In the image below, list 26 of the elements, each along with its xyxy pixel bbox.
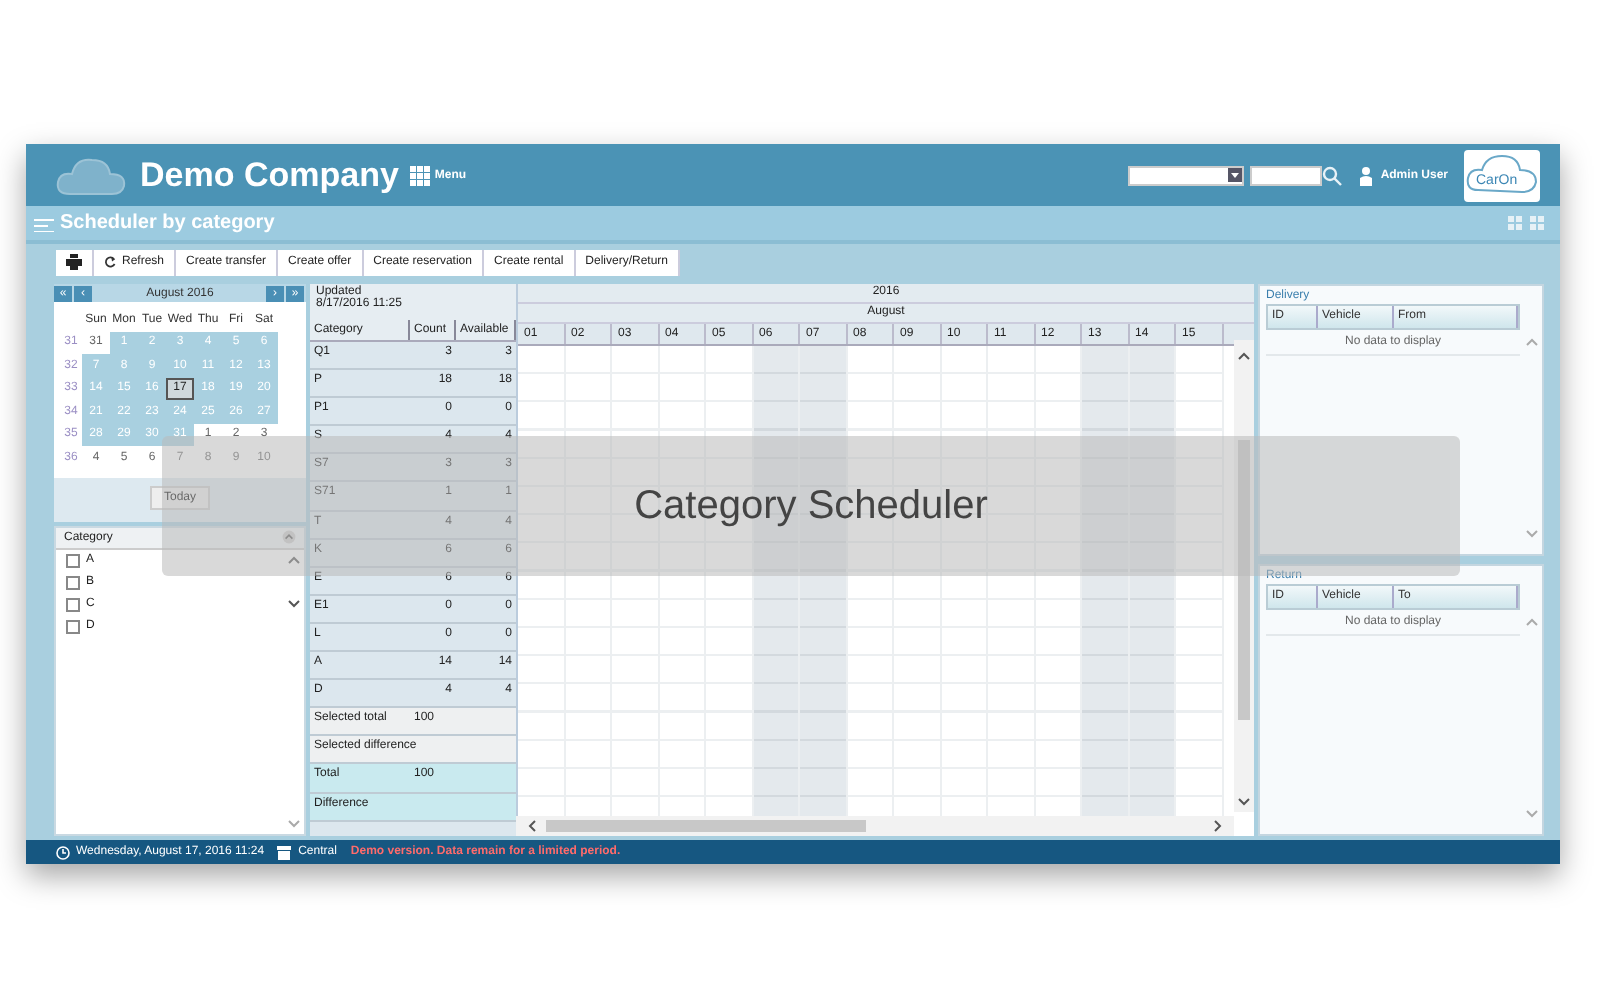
checkbox[interactable] [66, 619, 80, 633]
search-icon[interactable] [1322, 165, 1343, 185]
scroll-down-icon[interactable] [1238, 798, 1250, 806]
scroll-left-icon[interactable] [528, 820, 536, 832]
checkbox[interactable] [66, 597, 80, 611]
scheduler-icon [34, 215, 54, 231]
horizontal-scrollbar[interactable] [516, 816, 1234, 836]
user-icon [1358, 165, 1375, 185]
search-field[interactable] [1250, 165, 1323, 185]
scroll-up-icon[interactable] [1238, 352, 1250, 360]
collapse-icon[interactable] [282, 530, 296, 544]
grid-icon [410, 165, 431, 185]
scroll-down-icon[interactable] [288, 599, 300, 607]
building-icon [276, 845, 293, 859]
refresh-icon [104, 256, 116, 268]
scroll-right-icon[interactable] [1214, 820, 1222, 832]
caret-icon [1228, 168, 1243, 182]
print-button[interactable] [56, 249, 94, 275]
printer-icon [66, 254, 82, 270]
vertical-scrollbar[interactable] [1234, 340, 1254, 812]
dropdown-field[interactable] [1128, 165, 1245, 185]
checkbox[interactable] [66, 575, 80, 589]
clock-icon [56, 845, 70, 859]
company-name: Demo Company [140, 155, 399, 195]
checkbox[interactable] [66, 553, 80, 567]
page-title: Scheduler by category [60, 212, 275, 234]
